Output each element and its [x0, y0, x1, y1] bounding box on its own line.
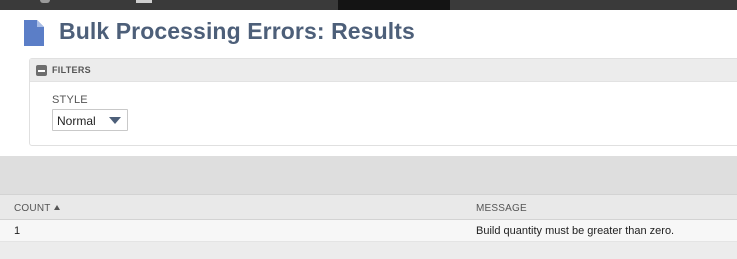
cell-count: 1 — [14, 225, 21, 237]
filters-header[interactable]: FILTERS — [30, 59, 737, 82]
nav-item-fragment[interactable] — [40, 0, 50, 3]
style-dropdown-value: Normal — [57, 114, 96, 128]
collapse-icon[interactable] — [36, 65, 47, 76]
filters-panel: FILTERS STYLE Normal — [29, 58, 737, 146]
cell-message: Build quantity must be greater than zero… — [476, 225, 675, 237]
style-dropdown[interactable]: Normal — [52, 109, 128, 131]
page-title: Bulk Processing Errors: Results — [59, 18, 415, 44]
table-footer-band — [0, 242, 737, 259]
filters-label: FILTERS — [52, 65, 91, 75]
results-toolbar-band — [0, 156, 737, 194]
document-icon — [24, 20, 44, 46]
top-navigation-bar — [0, 0, 737, 10]
page-header: Bulk Processing Errors: Results — [0, 10, 737, 56]
chevron-down-icon[interactable] — [109, 117, 121, 124]
table-row: 1 Build quantity must be greater than ze… — [0, 220, 737, 242]
active-nav-segment[interactable] — [338, 0, 450, 10]
table-header-row: COUNT MESSAGE — [0, 194, 737, 220]
sort-ascending-icon — [53, 205, 60, 210]
column-header-count-label: COUNT — [14, 203, 51, 214]
column-header-count[interactable]: COUNT — [14, 203, 60, 214]
column-header-message[interactable]: MESSAGE — [476, 203, 527, 214]
style-label: STYLE — [52, 94, 88, 106]
nav-item-fragment[interactable] — [136, 0, 152, 3]
